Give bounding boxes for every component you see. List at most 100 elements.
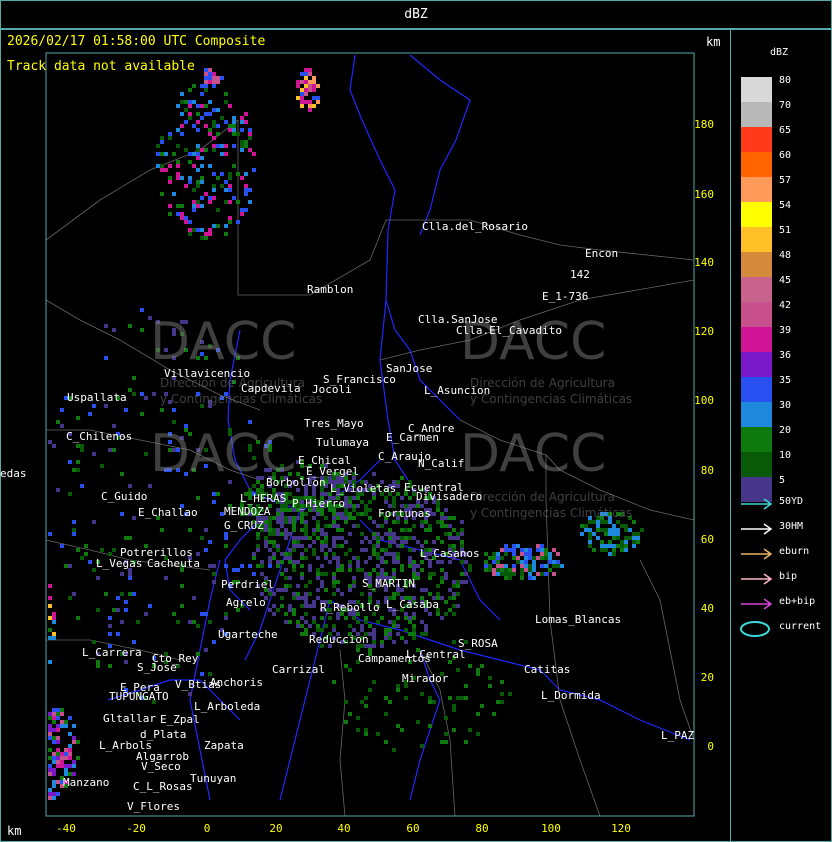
echo-cell bbox=[324, 540, 328, 544]
echo-cell bbox=[192, 124, 196, 128]
echo-cell bbox=[332, 552, 336, 556]
echo-cell bbox=[548, 568, 552, 572]
echo-cell bbox=[52, 612, 56, 616]
echo-cell bbox=[304, 548, 308, 552]
echo-cell bbox=[216, 144, 220, 148]
echo-cell bbox=[340, 516, 344, 520]
echo-cell bbox=[320, 572, 324, 576]
echo-cell bbox=[164, 168, 168, 172]
echo-cell bbox=[392, 560, 396, 564]
place-label: Divisadero bbox=[416, 490, 483, 503]
track-arrow-icon bbox=[741, 598, 773, 610]
echo-cell bbox=[352, 584, 356, 588]
echo-cell bbox=[632, 544, 636, 548]
place-label: Borbollon bbox=[266, 476, 326, 489]
echo-cell bbox=[200, 536, 204, 540]
echo-cell bbox=[60, 720, 64, 724]
echo-cell bbox=[224, 100, 228, 104]
echo-cell bbox=[348, 712, 352, 716]
place-label: L_Casaba bbox=[386, 598, 439, 611]
echo-cell bbox=[448, 516, 452, 520]
echo-cell bbox=[412, 636, 416, 640]
echo-cell bbox=[252, 484, 256, 488]
echo-cell bbox=[204, 612, 208, 616]
echo-cell bbox=[292, 592, 296, 596]
place-label: Cacheuta bbox=[147, 557, 200, 570]
echo-cell bbox=[48, 604, 52, 608]
echo-cell bbox=[212, 108, 216, 112]
echo-cell bbox=[460, 528, 464, 532]
echo-cell bbox=[384, 712, 388, 716]
y-tick-label: 40 bbox=[700, 602, 714, 615]
echo-cell bbox=[168, 212, 172, 216]
track-arrow-icon bbox=[741, 523, 773, 535]
echo-cell bbox=[148, 604, 152, 608]
echo-cell bbox=[292, 548, 296, 552]
echo-cell bbox=[388, 536, 392, 540]
place-label: E_Challao bbox=[138, 506, 198, 519]
echo-cell bbox=[636, 532, 640, 536]
echo-cell bbox=[624, 548, 628, 552]
echo-cell bbox=[168, 176, 172, 180]
echo-cell bbox=[404, 520, 408, 524]
echo-cell bbox=[556, 552, 560, 556]
echo-cell bbox=[612, 528, 616, 532]
echo-cell bbox=[48, 616, 52, 620]
echo-cell bbox=[388, 636, 392, 640]
echo-cell bbox=[428, 572, 432, 576]
echo-cell bbox=[392, 624, 396, 628]
echo-cell bbox=[196, 180, 200, 184]
echo-cell bbox=[360, 592, 364, 596]
legend-level-label: 45 bbox=[779, 275, 792, 286]
echo-cell bbox=[268, 608, 272, 612]
echo-cell bbox=[52, 740, 56, 744]
echo-cell bbox=[392, 556, 396, 560]
echo-cell bbox=[212, 148, 216, 152]
echo-cell bbox=[208, 128, 212, 132]
echo-cell bbox=[56, 748, 60, 752]
echo-cell bbox=[216, 124, 220, 128]
echo-cell bbox=[76, 616, 80, 620]
echo-cell bbox=[364, 620, 368, 624]
echo-cell bbox=[372, 496, 376, 500]
echo-cell bbox=[204, 104, 208, 108]
echo-cell bbox=[596, 524, 600, 528]
echo-cell bbox=[628, 528, 632, 532]
echo-cell bbox=[312, 616, 316, 620]
echo-cell bbox=[168, 204, 172, 208]
echo-cell bbox=[444, 740, 448, 744]
echo-cell bbox=[264, 536, 268, 540]
echo-cell bbox=[304, 520, 308, 524]
echo-cell bbox=[388, 552, 392, 556]
echo-cell bbox=[616, 528, 620, 532]
echo-cell bbox=[272, 540, 276, 544]
place-label: Gltallar bbox=[103, 712, 156, 725]
echo-cell bbox=[584, 524, 588, 528]
echo-cell bbox=[348, 516, 352, 520]
echo-cell bbox=[608, 540, 612, 544]
echo-cell bbox=[52, 616, 56, 620]
echo-cell bbox=[52, 792, 56, 796]
echo-cell bbox=[392, 500, 396, 504]
echo-cell bbox=[340, 528, 344, 532]
echo-cell bbox=[376, 532, 380, 536]
echo-cell bbox=[440, 516, 444, 520]
place-label: Manzano bbox=[63, 776, 110, 789]
echo-cell bbox=[292, 536, 296, 540]
echo-cell bbox=[212, 188, 216, 192]
echo-cell bbox=[444, 612, 448, 616]
echo-cell bbox=[112, 548, 116, 552]
echo-cell bbox=[544, 564, 548, 568]
echo-cell bbox=[496, 552, 500, 556]
echo-cell bbox=[524, 552, 528, 556]
echo-cell bbox=[124, 536, 128, 540]
echo-cell bbox=[604, 548, 608, 552]
echo-cell bbox=[196, 152, 200, 156]
echo-cell bbox=[212, 72, 216, 76]
echo-cell bbox=[52, 728, 56, 732]
echo-cell bbox=[304, 584, 308, 588]
echo-cell bbox=[64, 764, 68, 768]
echo-cell bbox=[276, 608, 280, 612]
echo-cell bbox=[612, 544, 616, 548]
echo-cell bbox=[244, 112, 248, 116]
